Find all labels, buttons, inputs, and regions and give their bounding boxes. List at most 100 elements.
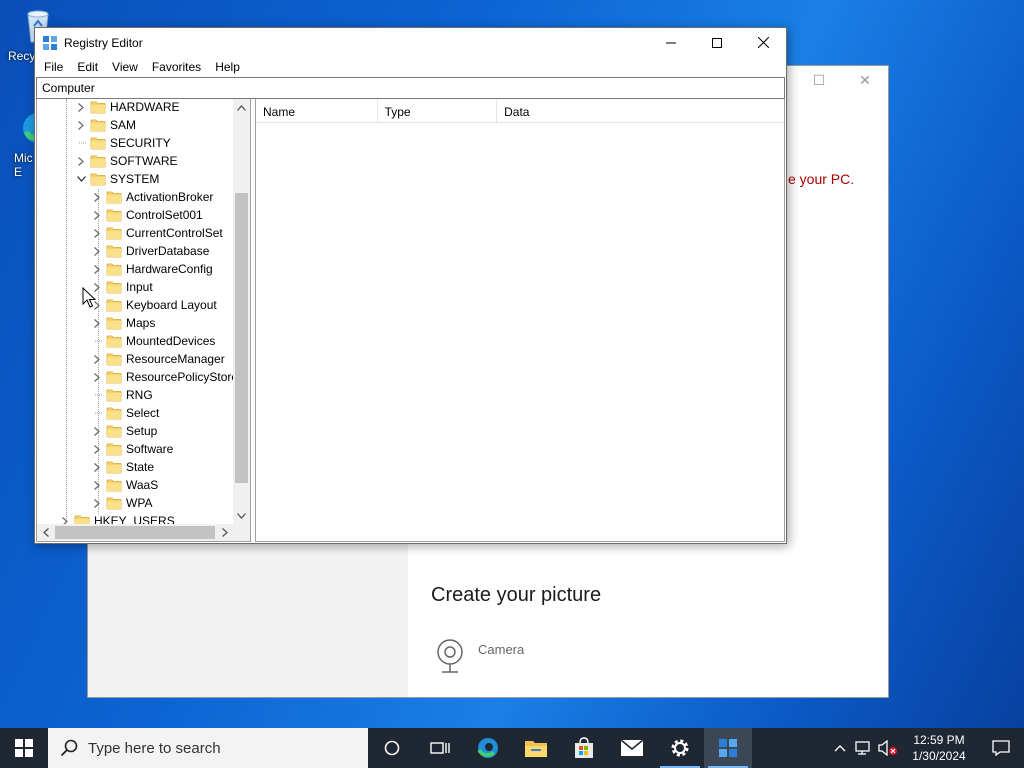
tree-expander[interactable] xyxy=(90,260,104,278)
column-header-type[interactable]: Type xyxy=(378,99,498,123)
tree-item[interactable]: ResourceManager xyxy=(90,350,225,368)
key-tree-pane[interactable]: HARDWARE SAM SECURITY SOFTWARE SYSTEM Activat… xyxy=(36,99,251,542)
tree-item[interactable]: Input xyxy=(90,278,153,296)
tree-item[interactable]: State xyxy=(90,458,154,476)
folder-icon xyxy=(106,335,122,348)
tree-expander[interactable] xyxy=(90,350,104,368)
settings-icon xyxy=(671,739,689,757)
tree-item-label: SAM xyxy=(110,118,137,132)
menu-file[interactable]: File xyxy=(37,60,70,74)
chevron-right-icon xyxy=(62,516,68,524)
tree-item[interactable]: Keyboard Layout xyxy=(90,296,217,314)
tree-item[interactable]: ActivationBroker xyxy=(90,188,213,206)
tree-vertical-scrollbar[interactable] xyxy=(233,99,250,524)
maximize-icon[interactable]: ☐ xyxy=(804,72,834,90)
menu-help[interactable]: Help xyxy=(208,60,247,74)
column-header-data[interactable]: Data xyxy=(497,99,784,123)
tree-item[interactable]: DriverDatabase xyxy=(90,242,209,260)
tree-item-label: SECURITY xyxy=(110,136,171,150)
tray-overflow-button[interactable] xyxy=(828,728,852,768)
tree-item[interactable]: SECURITY xyxy=(74,134,171,152)
menu-edit[interactable]: Edit xyxy=(70,60,105,74)
taskbar-mail[interactable] xyxy=(608,728,656,768)
tree-expander[interactable] xyxy=(90,476,104,494)
title-bar[interactable]: Registry Editor xyxy=(35,28,786,57)
tree-item[interactable]: CurrentControlSet xyxy=(90,224,223,242)
taskbar-clock[interactable]: 12:59 PM 1/30/2024 xyxy=(900,732,978,764)
close-button[interactable] xyxy=(740,28,786,57)
taskbar-edge[interactable] xyxy=(464,728,512,768)
chevron-right-icon xyxy=(94,426,100,436)
tree-item[interactable]: Select xyxy=(90,404,159,422)
tree-expander[interactable] xyxy=(90,458,104,476)
chevron-right-icon xyxy=(94,210,100,220)
tree-expander[interactable] xyxy=(90,314,104,332)
address-bar[interactable]: Computer xyxy=(36,77,785,99)
tree-expander[interactable] xyxy=(58,512,72,524)
tree-expander[interactable] xyxy=(74,99,88,116)
tree-horizontal-scrollbar[interactable] xyxy=(37,524,233,541)
chevron-right-icon xyxy=(94,192,100,202)
tree-item-label: ControlSet001 xyxy=(126,208,203,222)
tree-item[interactable]: ControlSet001 xyxy=(90,206,203,224)
tree-expander[interactable] xyxy=(90,422,104,440)
maximize-button[interactable] xyxy=(694,28,740,57)
scroll-down-icon[interactable] xyxy=(233,507,250,524)
scroll-left-icon[interactable] xyxy=(37,524,54,541)
tree-item[interactable]: HKEY_USERS xyxy=(58,512,175,524)
tree-item[interactable]: WPA xyxy=(90,494,152,512)
tree-item[interactable]: SYSTEM xyxy=(74,170,159,188)
menu-view[interactable]: View xyxy=(105,60,145,74)
tree-item[interactable]: HardwareConfig xyxy=(90,260,213,278)
values-list-pane[interactable]: Name Type Data xyxy=(255,99,785,542)
menu-favorites[interactable]: Favorites xyxy=(145,60,208,74)
scroll-up-icon[interactable] xyxy=(233,99,250,116)
tree-expander[interactable] xyxy=(90,242,104,260)
tree-item[interactable]: Maps xyxy=(90,314,155,332)
tree-item-label: Software xyxy=(126,442,174,456)
tree-expander[interactable] xyxy=(90,368,104,386)
tray-network[interactable] xyxy=(852,728,876,768)
tree-expander[interactable] xyxy=(90,440,104,458)
tree-item[interactable]: RNG xyxy=(90,386,153,404)
tree-item[interactable]: SOFTWARE xyxy=(74,152,178,170)
tree-item[interactable]: MountedDevices xyxy=(90,332,215,350)
close-icon[interactable]: ✕ xyxy=(850,72,880,90)
tree-expander[interactable] xyxy=(90,188,104,206)
taskbar-search-box[interactable]: Type here to search xyxy=(48,728,368,768)
taskbar-registry-editor[interactable] xyxy=(704,728,752,768)
cortana-button[interactable] xyxy=(368,728,416,768)
clock-date: 1/30/2024 xyxy=(912,749,966,763)
tree-item[interactable]: WaaS xyxy=(90,476,158,494)
scroll-thumb[interactable] xyxy=(235,193,248,483)
minimize-button[interactable] xyxy=(648,28,694,57)
taskbar-store[interactable] xyxy=(560,728,608,768)
action-center-button[interactable] xyxy=(978,728,1024,768)
camera-label: Camera xyxy=(478,641,525,657)
tree-item[interactable]: ResourcePolicyStore xyxy=(90,368,233,386)
tree-item-label: CurrentControlSet xyxy=(126,226,223,240)
tree-item[interactable]: Setup xyxy=(90,422,157,440)
tree-item[interactable]: SAM xyxy=(74,116,136,134)
folder-icon xyxy=(74,515,90,524)
taskbar-file-explorer[interactable] xyxy=(512,728,560,768)
tree-expander[interactable] xyxy=(90,206,104,224)
tree-expander[interactable] xyxy=(74,152,88,170)
camera-option[interactable]: Camera xyxy=(434,638,524,674)
task-view-button[interactable] xyxy=(416,728,464,768)
tree-expander[interactable] xyxy=(90,494,104,512)
scroll-thumb[interactable] xyxy=(55,526,215,539)
scroll-right-icon[interactable] xyxy=(216,524,233,541)
tree-item[interactable]: Software xyxy=(90,440,173,458)
chevron-right-icon xyxy=(94,462,100,472)
folder-icon xyxy=(106,353,122,366)
taskbar-settings[interactable] xyxy=(656,728,704,768)
tree-expander[interactable] xyxy=(74,116,88,134)
start-button[interactable] xyxy=(0,728,48,768)
tree-item[interactable]: HARDWARE xyxy=(74,99,180,116)
tree-expander[interactable] xyxy=(90,224,104,242)
tray-volume[interactable] xyxy=(876,728,900,768)
column-header-name[interactable]: Name xyxy=(256,99,378,123)
tree-expander[interactable] xyxy=(74,170,88,188)
tree-item-label: WPA xyxy=(126,496,153,510)
